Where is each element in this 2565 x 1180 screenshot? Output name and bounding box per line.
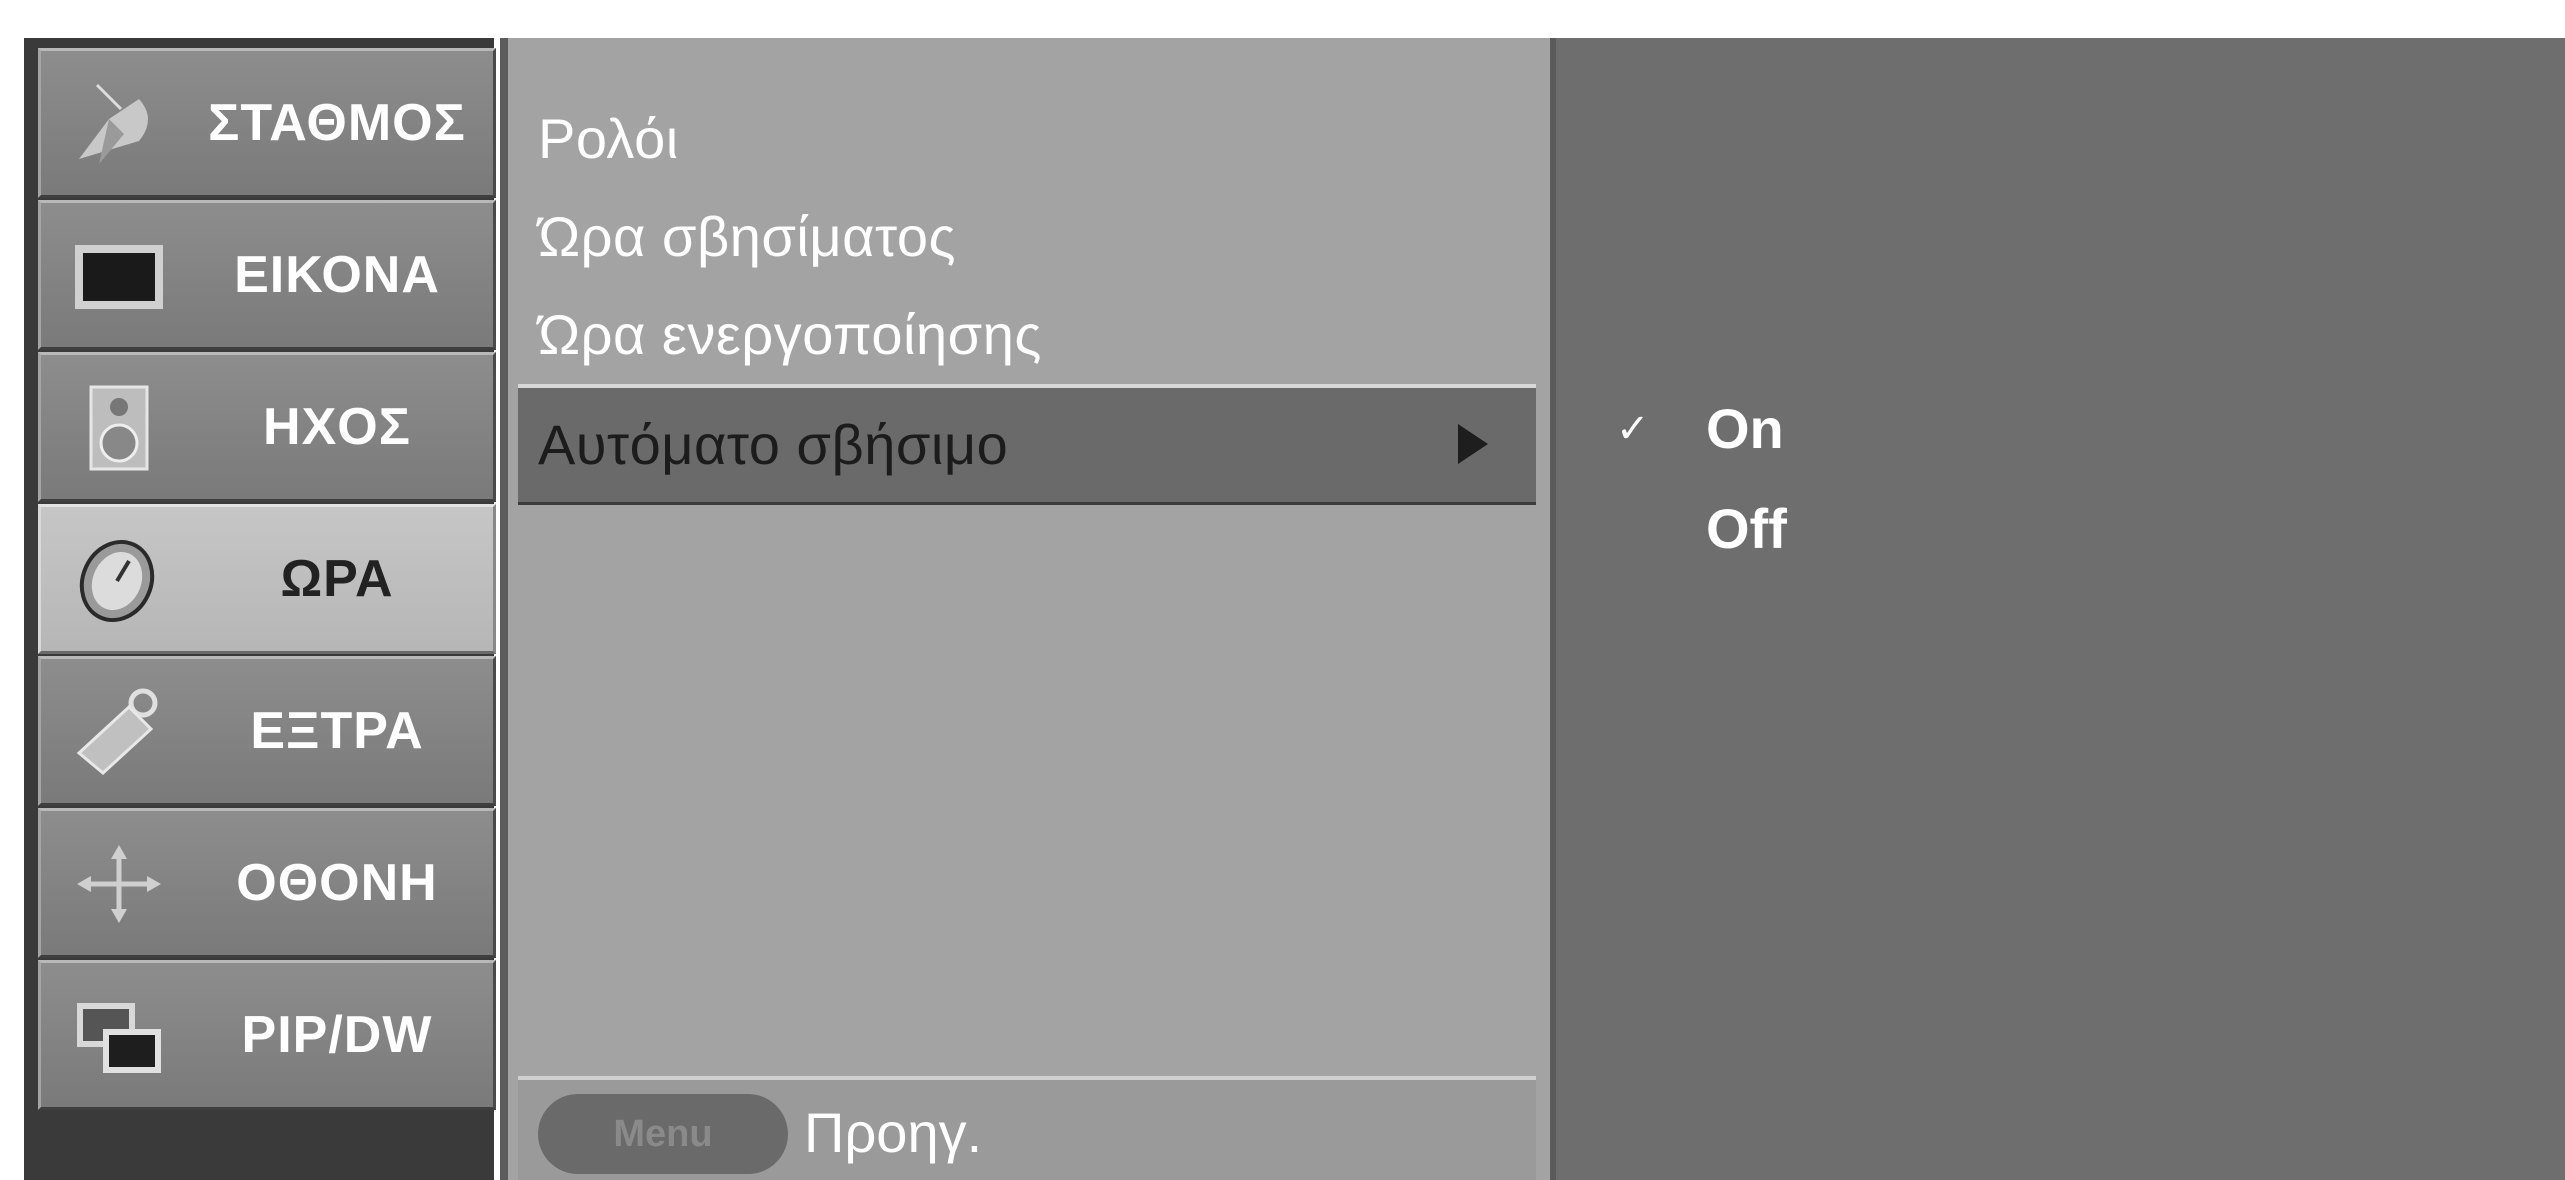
speaker-icon	[69, 383, 169, 473]
category-label: ΩΡΑ	[280, 550, 394, 608]
option-label: Off	[1706, 497, 1787, 560]
category-picture[interactable]: ΕΙΚΟΝΑ	[38, 200, 496, 350]
category-station[interactable]: ΣΤΑΘΜΟΣ	[38, 48, 496, 198]
time-submenu: Ρολόι Ώρα σβησίματος Ώρα ενεργοποίησης Α…	[500, 38, 1550, 1180]
category-label: PIP/DW	[241, 1006, 433, 1064]
satellite-dish-icon	[69, 79, 169, 169]
options-panel: ✓ On Off	[1550, 38, 2565, 1180]
submenu-item-off-time[interactable]: Ώρα σβησίματος	[538, 204, 956, 269]
category-pip[interactable]: PIP/DW	[38, 960, 496, 1110]
back-label: Προηγ.	[804, 1101, 983, 1164]
submenu-item-label: Αυτόματο σβήσιμο	[538, 413, 1009, 476]
menu-button[interactable]: Menu	[538, 1094, 788, 1174]
option-label: On	[1706, 397, 1784, 460]
arrow-right-icon	[1458, 424, 1488, 464]
category-sound[interactable]: ΗΧΟΣ	[38, 352, 496, 502]
category-sidebar: ΣΤΑΘΜΟΣ ΕΙΚΟΝΑ ΗΧΟΣ ΩΡΑ ΕΞΤΡΑ ΟΘΟΝΗ PIP/…	[24, 38, 496, 1180]
picture-screen-icon	[69, 231, 169, 321]
category-label: ΗΧΟΣ	[263, 398, 411, 456]
category-label: ΣΤΑΘΜΟΣ	[208, 94, 466, 152]
category-label: ΕΙΚΟΝΑ	[234, 246, 440, 304]
category-label: ΕΞΤΡΑ	[250, 702, 424, 760]
category-time[interactable]: ΩΡΑ	[38, 504, 496, 654]
tag-key-icon	[69, 687, 169, 777]
pip-windows-icon	[69, 991, 169, 1081]
category-screen[interactable]: ΟΘΟΝΗ	[38, 808, 496, 958]
category-label: ΟΘΟΝΗ	[236, 854, 438, 912]
submenu-footer: Menu Προηγ.	[518, 1076, 1536, 1180]
checkmark-icon: ✓	[1616, 407, 1650, 451]
move-arrows-icon	[69, 839, 169, 929]
submenu-item-auto-off[interactable]: Αυτόματο σβήσιμο	[518, 388, 1536, 505]
submenu-item-clock[interactable]: Ρολόι	[538, 106, 679, 171]
clock-icon	[69, 535, 169, 625]
submenu-item-on-time[interactable]: Ώρα ενεργοποίησης	[538, 302, 1042, 367]
category-extra[interactable]: ΕΞΤΡΑ	[38, 656, 496, 806]
